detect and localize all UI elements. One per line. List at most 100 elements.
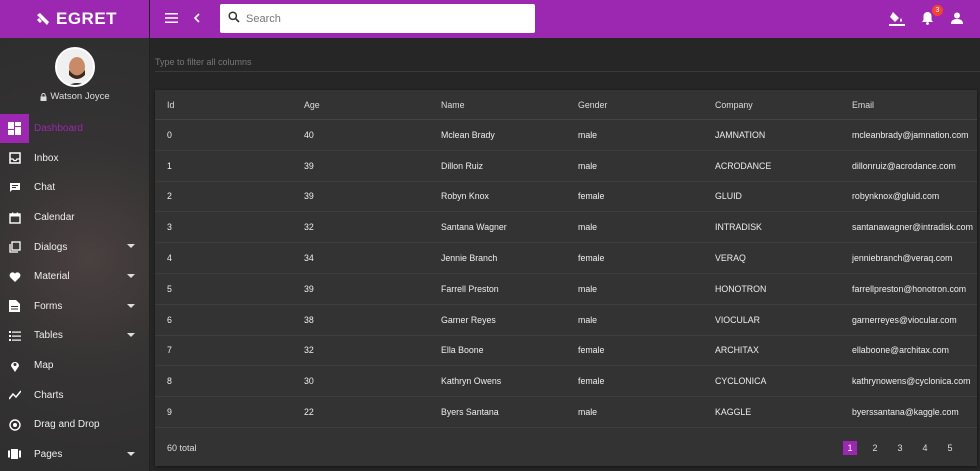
table-cell: 34 [304, 253, 314, 264]
chevron-down-icon [127, 244, 135, 249]
table-cell: Mclean Brady [441, 129, 495, 140]
theme-button[interactable] [886, 8, 908, 30]
pagination: 12345 [843, 441, 957, 455]
main-content: Id Age Name Gender Company Email 0 40 Mcle… [150, 38, 980, 471]
table-cell: 32 [304, 345, 314, 356]
table-cell: female [578, 376, 605, 387]
notifications-button[interactable]: 3 [916, 5, 943, 30]
table-row[interactable]: 9 22 Byers Santana male KAGGLE byerssantana@k… [155, 397, 977, 428]
filter-input[interactable] [155, 57, 980, 67]
brand[interactable]: EGRET [0, 0, 149, 38]
pages-icon [0, 440, 29, 469]
column-header-id[interactable]: Id [155, 100, 292, 110]
nav-item-material[interactable]: Material [0, 262, 150, 292]
table-cell: Garner Reyes [441, 314, 496, 325]
table-row[interactable]: 5 39 Farrell Preston male HONOTRON farrellpre… [155, 274, 977, 305]
nav-item-dialogs[interactable]: Dialogs [0, 232, 150, 262]
table-row[interactable]: 3 32 Santana Wagner male INTRADISK santanawag… [155, 212, 977, 244]
page-button[interactable]: 5 [943, 441, 957, 455]
inbox-icon [0, 144, 29, 173]
nav-item-label: Dialogs [34, 241, 68, 253]
user-profile: Watson Joyce [0, 47, 150, 102]
table-cell: male [578, 407, 598, 418]
table-row[interactable]: 8 30 Kathryn Owens female CYCLONICA kathrynow… [155, 366, 977, 398]
table-row[interactable]: 6 38 Garner Reyes male VIOCULAR garnerreyes@v… [155, 305, 977, 336]
search-icon [228, 11, 240, 26]
nav-item-label: Forms [34, 300, 63, 312]
table-cell: 3 [167, 222, 172, 233]
table-row[interactable]: 2 39 Robyn Knox female GLUID robynknox@gluid.… [155, 182, 977, 213]
nav-item-calendar[interactable]: Calendar [0, 203, 150, 233]
column-header-company[interactable]: Company [703, 100, 840, 110]
nav-item-dashboard[interactable]: Dashboard [0, 114, 150, 144]
map-pin-icon [0, 351, 29, 380]
nav-item-forms[interactable]: Forms [0, 292, 150, 322]
menu-icon [164, 12, 178, 26]
chevron-down-icon [127, 451, 135, 456]
table-cell: female [578, 191, 605, 202]
table-row[interactable]: 0 40 Mclean Brady male JAMNATION mcleanbrady@… [155, 120, 977, 151]
nav-item-label: Map [34, 360, 54, 372]
table-cell: ACRODANCE [715, 160, 772, 171]
page-button[interactable]: 3 [893, 441, 907, 455]
table-cell: Kathryn Owens [441, 376, 502, 387]
table-cell: byerssantana@kaggle.com [852, 407, 959, 418]
search-box [220, 4, 535, 33]
data-table: Id Age Name Gender Company Email 0 40 Mcle… [155, 90, 977, 466]
table-cell: male [578, 314, 598, 325]
nav-item-chat[interactable]: Chat [0, 173, 150, 203]
table-cell: kathrynowens@cyclonica.com [852, 376, 971, 387]
notification-badge: 3 [932, 5, 943, 16]
table-cell: jenniebranch@veraq.com [852, 253, 953, 264]
nav-item-label: Chat [34, 182, 56, 194]
table-cell: Dillon Ruiz [441, 160, 484, 171]
dashboard-icon [0, 114, 29, 144]
table-cell: CYCLONICA [715, 376, 767, 387]
table-cell: 22 [304, 407, 314, 418]
table-cell: VERAQ [715, 253, 746, 264]
table-row[interactable]: 1 39 Dillon Ruiz male ACRODANCE dillonruiz@ac… [155, 151, 977, 182]
nav-item-map[interactable]: Map [0, 351, 150, 381]
table-cell: female [578, 253, 605, 264]
search-input[interactable] [246, 12, 516, 25]
table-cell: 2 [167, 191, 172, 202]
sidebar: EGRET Watson Joyce Dashboard Inbox Chat … [0, 0, 150, 471]
page-button[interactable]: 2 [868, 441, 882, 455]
table-row[interactable]: 4 34 Jennie Branch female VERAQ jenniebranch@… [155, 243, 977, 274]
table-cell: 0 [167, 129, 172, 140]
nav-item-pages[interactable]: Pages [0, 440, 150, 470]
table-cell: 5 [167, 283, 172, 294]
heart-icon [0, 262, 29, 291]
table-cell: male [578, 283, 598, 294]
column-header-name[interactable]: Name [429, 100, 566, 110]
nav-item-drag-and-drop[interactable]: Drag and Drop [0, 410, 150, 440]
chevron-down-icon [127, 273, 135, 278]
table-cell: Robyn Knox [441, 191, 489, 202]
nav-item-inbox[interactable]: Inbox [0, 144, 150, 174]
chevron-down-icon [127, 303, 135, 308]
nav-item-label: Dashboard [34, 123, 83, 135]
chat-icon [0, 173, 29, 202]
nav-item-label: Tables [34, 330, 63, 342]
topbar: 3 [150, 0, 980, 38]
table-cell: farrellpreston@honotron.com [852, 283, 967, 294]
page-button[interactable]: 1 [843, 441, 857, 455]
nav-item-charts[interactable]: Charts [0, 380, 150, 410]
nav-item-tables[interactable]: Tables [0, 321, 150, 351]
avatar[interactable] [55, 47, 95, 87]
table-cell: Jennie Branch [441, 253, 498, 264]
column-header-age[interactable]: Age [292, 100, 429, 110]
table-cell: ARCHITAX [715, 345, 759, 356]
page-button[interactable]: 4 [918, 441, 932, 455]
account-button[interactable] [946, 8, 968, 30]
format-color-fill-icon [889, 10, 905, 29]
column-header-email[interactable]: Email [840, 100, 977, 110]
column-header-gender[interactable]: Gender [566, 100, 703, 110]
collapse-sidebar-button[interactable] [185, 8, 207, 30]
table-row[interactable]: 7 32 Ella Boone female ARCHITAX ellaboone@arc… [155, 336, 977, 367]
table-cell: 39 [304, 160, 314, 171]
table-cell: 4 [167, 253, 172, 264]
menu-toggle-button[interactable] [160, 8, 182, 30]
table-cell: female [578, 345, 605, 356]
table-cell: VIOCULAR [715, 314, 760, 325]
